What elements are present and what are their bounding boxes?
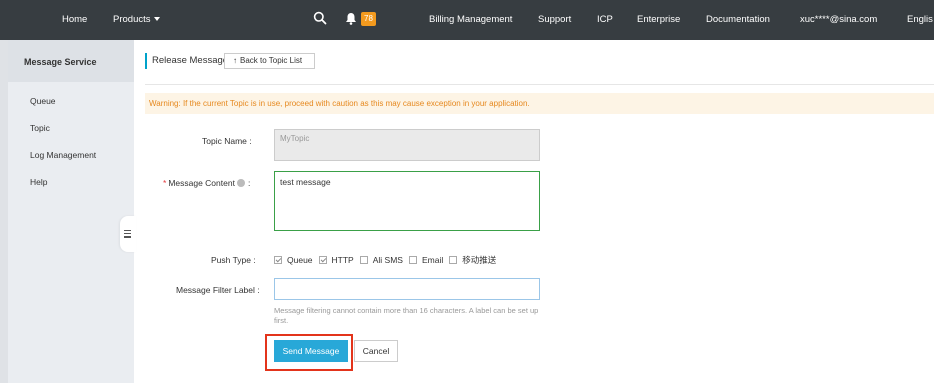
push-option-mobile-push-label: 移动推送 [462,255,497,265]
message-content-textarea[interactable]: test message [274,171,540,231]
back-button-label: Back to Topic List [240,56,303,65]
push-type-options: Queue HTTP Ali SMS Email 移动推送 [274,254,502,266]
sidebar-item-queue[interactable]: Queue [30,96,56,106]
push-option-email[interactable]: Email [408,255,444,265]
help-icon[interactable] [236,179,245,187]
topic-name-field: MyTopic [274,129,540,161]
push-option-email-label: Email [421,255,444,265]
filter-hint: Message filtering cannot contain more th… [274,306,539,325]
sidebar-item-topic[interactable]: Topic [30,123,50,133]
checkbox-ali-sms[interactable] [359,256,368,264]
nav-billing-link[interactable]: Billing Management [429,14,512,25]
nav-products-menu[interactable]: Products [113,14,160,25]
push-type-label: Push Type : [211,255,256,265]
nav-home-link[interactable]: Home [62,14,87,25]
message-filter-input[interactable] [274,278,540,300]
message-content-label-text: Message Content [168,178,235,188]
menu-icon [124,230,131,238]
push-option-queue[interactable]: Queue [274,255,313,265]
main-content: Release Message ↑ Back to Topic List Warn… [134,40,934,383]
top-nav-bar: Home Products 78 Billing Management Supp… [0,0,934,40]
checkbox-email[interactable] [408,256,417,264]
required-asterisk: * [163,178,167,188]
back-to-topic-list-button[interactable]: ↑ Back to Topic List [224,53,315,69]
push-option-ali-sms-label: Ali SMS [372,255,403,265]
checkbox-mobile-push[interactable] [449,256,458,264]
caret-down-icon [153,17,160,22]
push-option-http-label: HTTP [331,255,354,265]
search-icon[interactable] [313,11,327,25]
notification-badge[interactable]: 78 [361,12,376,26]
message-content-label: * Message Content: [163,178,250,188]
checkbox-queue[interactable] [274,256,282,264]
nav-user-account[interactable]: xuc****@sina.com [800,14,877,25]
sidebar-title: Message Service [8,40,134,82]
left-edge-strip [0,40,8,383]
bell-icon[interactable] [345,12,357,25]
push-option-queue-label: Queue [287,255,313,265]
nav-documentation-link[interactable]: Documentation [706,14,770,25]
nav-products-label: Products [113,14,151,25]
message-content-colon: : [247,178,251,188]
sidebar-item-help[interactable]: Help [30,177,47,187]
page-title: Release Message [145,53,228,69]
nav-enterprise-link[interactable]: Enterprise [637,14,680,25]
push-option-http[interactable]: HTTP [318,255,354,265]
checkbox-http[interactable] [318,256,327,264]
topic-name-label: Topic Name : [202,136,252,146]
nav-icp-link[interactable]: ICP [597,14,613,25]
send-message-button[interactable]: Send Message [274,340,348,362]
divider [145,84,934,85]
push-option-ali-sms[interactable]: Ali SMS [359,255,403,265]
push-option-mobile-push[interactable]: 移动推送 [449,254,496,266]
arrow-up-icon: ↑ [233,56,237,65]
warning-banner: Warning: If the current Topic is in use,… [145,93,934,114]
cancel-button[interactable]: Cancel [354,340,398,362]
sidebar: Message Service Queue Topic Log Manageme… [8,40,134,383]
nav-support-link[interactable]: Support [538,14,571,25]
sidebar-item-log-management[interactable]: Log Management [30,150,96,160]
filter-label: Message Filter Label : [176,285,260,295]
nav-language-switch[interactable]: Englis [907,14,933,25]
